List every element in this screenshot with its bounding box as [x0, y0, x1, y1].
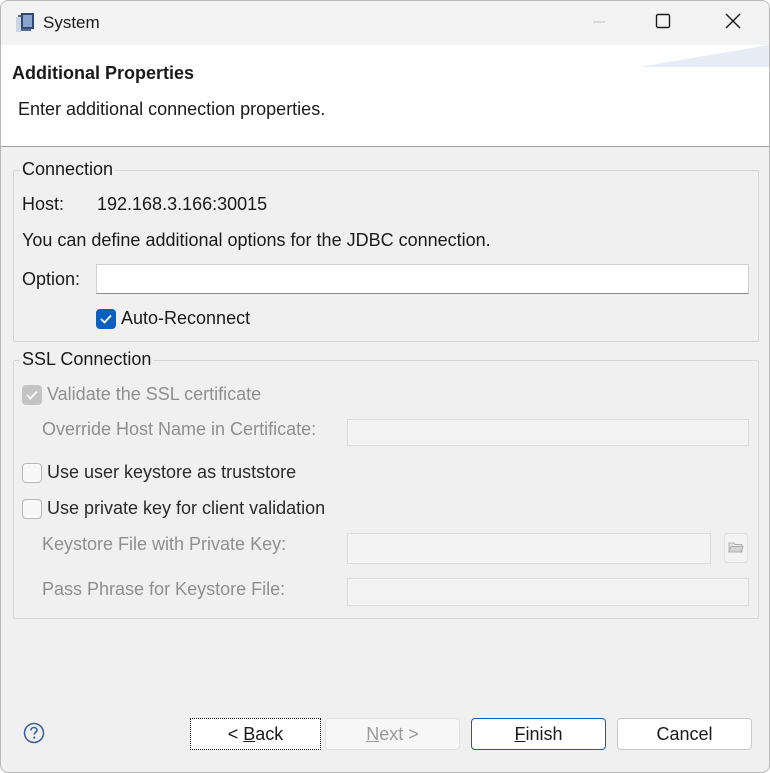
option-field[interactable] — [96, 264, 749, 294]
title-bar: System — [1, 1, 769, 45]
pass-phrase-field[interactable] — [347, 578, 749, 606]
validate-ssl-checkbox[interactable] — [22, 385, 42, 405]
option-input[interactable] — [97, 265, 748, 293]
back-button-rest: ack — [255, 723, 284, 744]
ssl-group-title: SSL Connection — [20, 349, 154, 370]
next-button[interactable]: Next > — [325, 718, 460, 750]
page-title: Additional Properties — [12, 63, 195, 83]
auto-reconnect-checkbox[interactable] — [96, 309, 116, 329]
back-button-mnemonic: B — [243, 723, 256, 744]
minimize-button[interactable] — [571, 1, 627, 45]
override-host-field[interactable] — [347, 419, 749, 446]
connection-group-title: Connection — [20, 159, 116, 180]
validate-ssl-label: Validate the SSL certificate — [47, 384, 262, 404]
banner-decoration — [639, 45, 769, 67]
next-button-mnemonic: N — [366, 723, 380, 744]
maximize-icon — [655, 13, 671, 34]
override-host-input[interactable] — [348, 420, 748, 445]
eclipse-window-icon — [15, 12, 37, 34]
page-description: Enter additional connection properties. — [18, 99, 326, 119]
close-button[interactable] — [705, 1, 761, 45]
pass-phrase-label: Pass Phrase for Keystore File: — [42, 579, 286, 599]
pass-phrase-input[interactable] — [348, 579, 748, 605]
window-title: System — [43, 13, 100, 32]
host-label: Host: — [22, 194, 65, 214]
keystore-file-field[interactable] — [347, 533, 711, 564]
close-icon — [725, 13, 741, 34]
finish-button[interactable]: Finish — [471, 718, 606, 750]
auto-reconnect-label: Auto-Reconnect — [121, 308, 251, 328]
minimize-icon — [592, 13, 606, 34]
override-host-label: Override Host Name in Certificate: — [42, 419, 317, 439]
wizard-banner: Additional Properties Enter additional c… — [1, 45, 769, 147]
back-button[interactable]: < Back — [190, 718, 321, 750]
keystore-file-input[interactable] — [348, 534, 710, 563]
browse-keystore-button[interactable] — [724, 533, 748, 563]
private-key-checkbox[interactable] — [22, 499, 42, 519]
host-value: 192.168.3.166:30015 — [97, 194, 268, 214]
user-keystore-label: Use user keystore as truststore — [47, 462, 297, 482]
dialog-window: System Additional Properties Enter addit… — [0, 0, 770, 773]
option-label: Option: — [22, 269, 81, 289]
next-button-rest: ext > — [379, 723, 419, 744]
finish-button-mnemonic: F — [514, 723, 526, 744]
maximize-button[interactable] — [635, 1, 691, 45]
connection-info-text: You can define additional options for th… — [22, 230, 491, 250]
back-button-prefix: < — [227, 723, 244, 744]
cancel-button[interactable]: Cancel — [617, 718, 752, 750]
user-keystore-checkbox[interactable] — [22, 463, 42, 483]
keystore-file-label: Keystore File with Private Key: — [42, 534, 287, 554]
help-icon[interactable] — [23, 722, 45, 744]
folder-open-icon — [728, 538, 744, 559]
private-key-label: Use private key for client validation — [47, 498, 326, 518]
finish-button-rest: inish — [525, 723, 563, 744]
